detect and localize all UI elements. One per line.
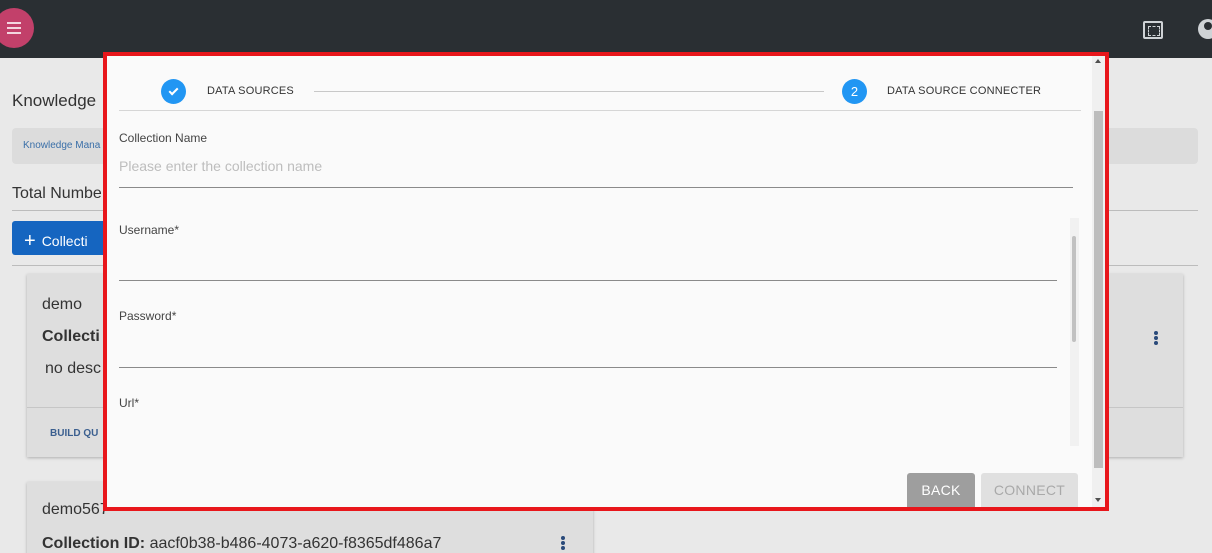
highlight-frame: DATA SOURCES 2 DATA SOURCE CONNECTER Col… bbox=[103, 52, 1109, 511]
collection-name-input[interactable] bbox=[119, 154, 1073, 178]
connect-button[interactable]: CONNECT bbox=[981, 473, 1078, 507]
collection-name: demo567 bbox=[42, 501, 109, 518]
username-input[interactable] bbox=[119, 248, 1057, 276]
password-underline bbox=[119, 367, 1057, 368]
username-underline bbox=[119, 280, 1057, 281]
step-2-label[interactable]: DATA SOURCE CONNECTER bbox=[887, 85, 1041, 97]
more-vert-icon[interactable] bbox=[1154, 336, 1158, 340]
url-input[interactable] bbox=[119, 418, 1057, 444]
top-app-bar bbox=[0, 0, 1212, 58]
scroll-down-icon[interactable] bbox=[1095, 498, 1101, 502]
stepper: DATA SOURCES 2 DATA SOURCE CONNECTER bbox=[119, 56, 1081, 111]
collection-id-label: Collection ID: bbox=[42, 535, 146, 552]
username-label: Username* bbox=[119, 223, 180, 237]
collection-id-label: Collecti bbox=[42, 328, 100, 345]
add-collection-label: Collecti bbox=[41, 233, 88, 249]
build-button[interactable]: BUILD QU bbox=[50, 428, 98, 439]
collection-name-label: Collection Name bbox=[119, 131, 208, 145]
total-count-label: Total Numbe bbox=[12, 185, 102, 202]
more-vert-icon[interactable] bbox=[561, 541, 565, 545]
collection-name-underline bbox=[119, 187, 1073, 188]
step-1-circle[interactable] bbox=[161, 79, 186, 104]
check-icon bbox=[168, 85, 179, 95]
step-2-circle[interactable]: 2 bbox=[842, 79, 867, 104]
data-source-dialog: DATA SOURCES 2 DATA SOURCE CONNECTER Col… bbox=[107, 56, 1105, 507]
breadcrumb-link[interactable]: Knowledge Mana bbox=[23, 140, 100, 151]
account-icon[interactable] bbox=[1198, 19, 1212, 39]
fullscreen-icon[interactable] bbox=[1143, 21, 1163, 39]
step-connector bbox=[314, 91, 824, 92]
plus-icon: + bbox=[24, 230, 36, 252]
menu-icon bbox=[7, 27, 21, 29]
connection-fields-panel: Username* Password* Url* bbox=[119, 218, 1079, 446]
scroll-up-icon[interactable] bbox=[1095, 59, 1101, 63]
page-title: Knowledge bbox=[12, 91, 97, 110]
collection-id: Collection ID: aacf0b38-b486-4073-a620-f… bbox=[42, 535, 441, 553]
collection-id-value: aacf0b38-b486-4073-a620-f8365df486a7 bbox=[149, 535, 442, 552]
password-input[interactable] bbox=[119, 334, 1057, 362]
password-label: Password* bbox=[119, 309, 177, 323]
menu-button[interactable] bbox=[0, 8, 34, 48]
fields-scrollbar-thumb[interactable] bbox=[1072, 236, 1076, 342]
collection-description: no desc bbox=[45, 360, 102, 377]
url-label: Url* bbox=[119, 396, 139, 410]
dialog-scrollbar-thumb[interactable] bbox=[1094, 111, 1103, 468]
collection-name: demo bbox=[42, 296, 83, 313]
back-button[interactable]: BACK bbox=[907, 473, 975, 507]
step-1-label[interactable]: DATA SOURCES bbox=[207, 85, 294, 97]
